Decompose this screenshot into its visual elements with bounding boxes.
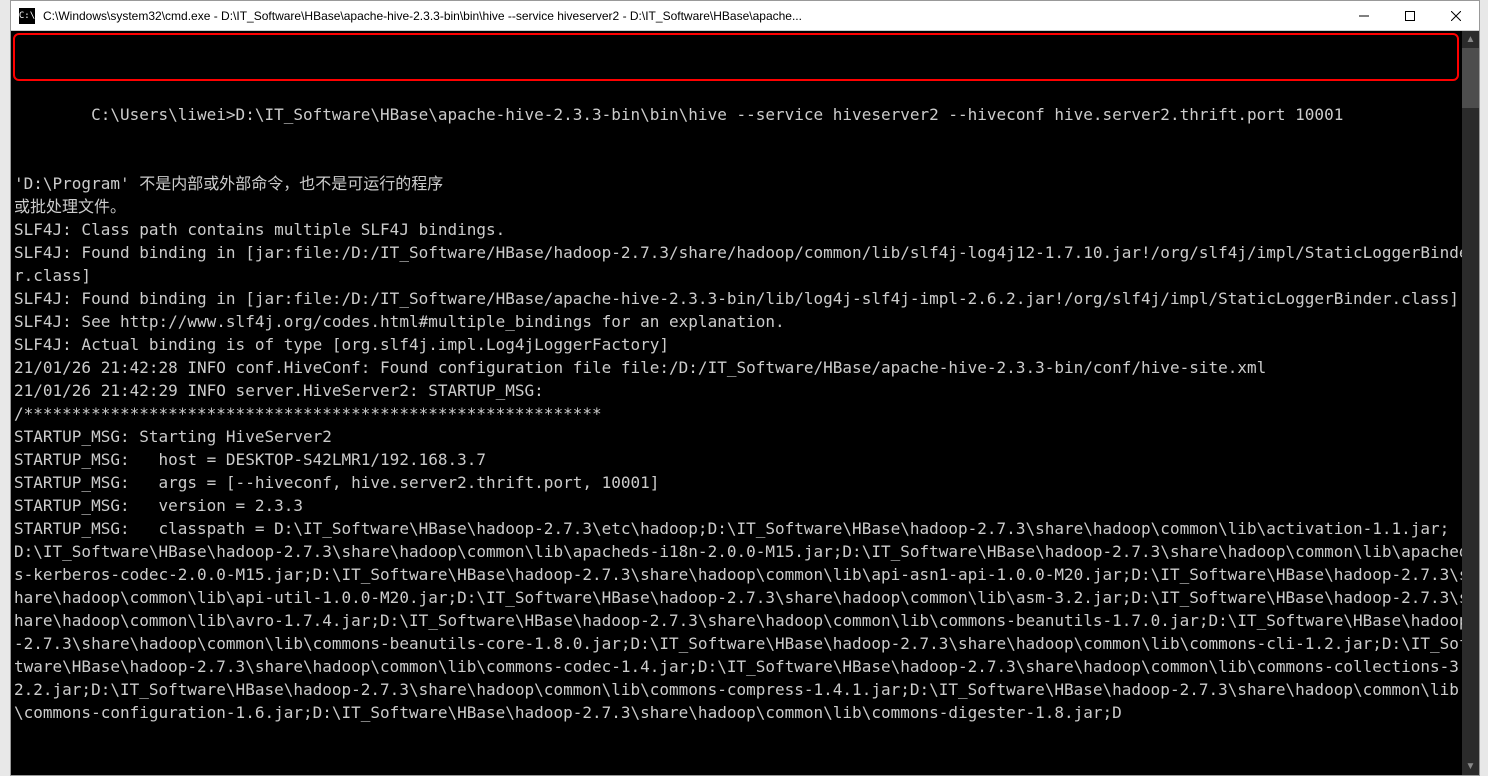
window-title: C:\Windows\system32\cmd.exe - D:\IT_Soft… (43, 9, 1341, 23)
prompt-command-line: C:\Users\liwei>D:\IT_Software\HBase\apac… (91, 105, 1343, 124)
minimize-button[interactable] (1341, 1, 1387, 30)
terminal-window: C:\ C:\Windows\system32\cmd.exe - D:\IT_… (10, 0, 1480, 776)
scroll-down-arrow[interactable]: ▼ (1462, 758, 1479, 775)
vertical-scrollbar[interactable]: ▲ ▼ (1462, 31, 1479, 775)
maximize-button[interactable] (1387, 1, 1433, 30)
window-controls (1341, 1, 1479, 30)
scroll-up-arrow[interactable]: ▲ (1462, 31, 1479, 48)
scroll-thumb[interactable] (1462, 48, 1479, 108)
titlebar[interactable]: C:\ C:\Windows\system32\cmd.exe - D:\IT_… (11, 1, 1479, 31)
close-button[interactable] (1433, 1, 1479, 30)
terminal-output: C:\Users\liwei>D:\IT_Software\HBase\apac… (11, 77, 1479, 770)
terminal-client-area: C:\Users\liwei>D:\IT_Software\HBase\apac… (11, 31, 1479, 775)
cmd-icon: C:\ (19, 8, 35, 24)
terminal-lines: 'D:\Program' 不是内部或外部命令，也不是可运行的程序 或批处理文件。… (14, 149, 1477, 724)
terminal[interactable]: C:\Users\liwei>D:\IT_Software\HBase\apac… (11, 31, 1479, 775)
